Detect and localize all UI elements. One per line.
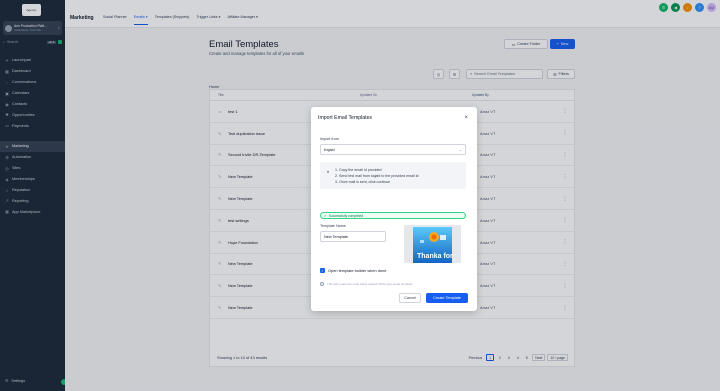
info-icon: i [320,282,324,286]
success-banner: ✓ Successfully completed [320,212,466,219]
create-template-button[interactable]: Create Template [426,293,468,303]
modal-title: Import Email Templates [318,115,373,121]
template-thumbnail: Thanka for [413,227,453,263]
close-icon[interactable]: × [464,115,468,121]
checkbox-checked-icon: ✓ [320,268,325,273]
import-templates-modal: Import Email Templates × Import from Kaj… [311,107,477,311]
lightbulb-icon: ♦ [327,169,330,174]
instructions-box: ♦ Copy the email id providedSend test ma… [320,162,466,189]
success-text: Successfully completed [328,213,364,218]
template-name-input[interactable]: New Template [320,231,386,242]
info-note: i This will create the code editor based… [320,282,412,286]
instructions-list: Copy the email id providedSend test mail… [339,167,466,185]
template-name-label: Template Name [320,224,346,228]
import-source-select[interactable]: Kajabi ⌄ [320,144,466,155]
import-from-label: Import from [320,137,339,141]
open-builder-checkbox[interactable]: ✓ Open template builder when done [320,268,386,273]
preview-text: Thanka for [417,253,453,260]
checkbox-label: Open template builder when done [328,268,387,273]
template-preview: Thanka for [404,225,461,263]
template-name-value: New Template [324,234,348,239]
chevron-down-icon: ⌄ [459,147,462,152]
import-source-value: Kajabi [324,147,335,152]
check-circle-icon: ✓ [324,213,327,218]
info-note-text: This will create the code editor based H… [327,282,413,286]
cancel-button[interactable]: Cancel [399,293,421,303]
instruction-step: Once mail is sent, click continue [339,179,466,185]
